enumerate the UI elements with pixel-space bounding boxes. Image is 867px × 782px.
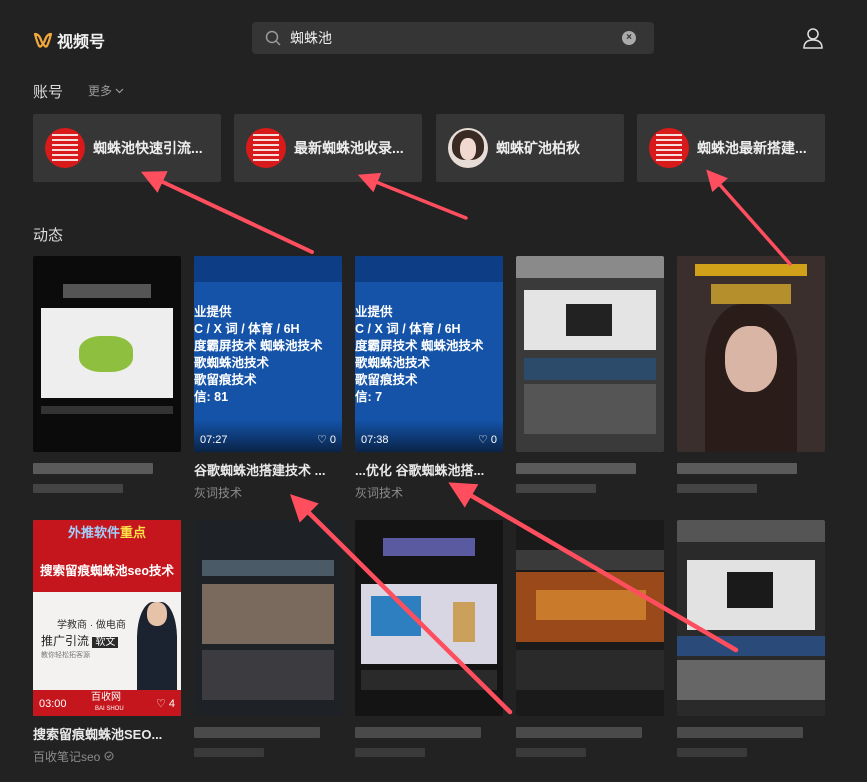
video-author — [516, 748, 664, 764]
video-title: 搜索留痕蜘蛛池SEO... — [33, 727, 163, 742]
video-author[interactable]: 灰词技术 — [355, 484, 503, 500]
video-thumbnail[interactable] — [516, 520, 664, 716]
video-author[interactable]: 灰词技术 — [194, 484, 342, 500]
video-author — [516, 484, 664, 500]
video-card[interactable] — [516, 520, 664, 764]
poster-small-text: 教你轻松拓客源 — [41, 652, 90, 659]
video-author — [355, 748, 503, 764]
video-thumbnail[interactable] — [194, 520, 342, 716]
feed-section-title: 动态 — [33, 227, 64, 244]
video-title — [194, 724, 342, 742]
verified-icon — [104, 751, 114, 761]
video-card[interactable]: 业提供 C / X 词 / 体育 / 6H 度霸屏技术 蜘蛛池技术 歌蜘蛛池技术… — [355, 256, 503, 500]
poster-brand-en: BAI SHOU — [95, 706, 124, 712]
video-card[interactable] — [355, 520, 503, 764]
video-card[interactable] — [516, 256, 664, 500]
app-logo[interactable]: 视频号 — [33, 28, 105, 52]
account-name: 蜘蛛池快速引流... — [93, 140, 203, 156]
video-thumbnail[interactable]: 业提供 C / X 词 / 体育 / 6H 度霸屏技术 蜘蛛池技术 歌蜘蛛池技术… — [194, 256, 342, 452]
more-label: 更多 — [88, 84, 113, 98]
arrow — [140, 171, 314, 254]
video-card[interactable]: 外推软件重点 搜索留痕蜘蛛池seo技术 学教商 · 做电商 推广引流 软文 教你… — [33, 520, 181, 764]
like-count: ♡ 4 — [155, 698, 175, 710]
app-name: 视频号 — [57, 34, 106, 51]
thumbnail-text: 业提供 C / X 词 / 体育 / 6H 度霸屏技术 蜘蛛池技术 歌蜘蛛池技术… — [194, 305, 323, 404]
video-thumbnail[interactable]: 业提供 C / X 词 / 体育 / 6H 度霸屏技术 蜘蛛池技术 歌蜘蛛池技术… — [355, 256, 503, 452]
poster-subtitle: 学教商 · 做电商 — [57, 620, 126, 631]
video-author — [677, 748, 825, 764]
video-card[interactable] — [194, 520, 342, 764]
video-thumbnail[interactable] — [33, 256, 181, 452]
video-duration: 07:27 — [200, 434, 228, 446]
video-author[interactable]: 百收笔记seo — [33, 748, 181, 764]
account-name: 蜘蛛矿池柏秋 — [496, 140, 580, 156]
video-title — [516, 460, 664, 478]
account-card[interactable]: 蜘蛛矿池柏秋 — [436, 114, 624, 182]
like-count: ♡ 0 — [477, 434, 497, 446]
search-input[interactable] — [290, 30, 610, 46]
account-name: 蜘蛛池最新搭建... — [697, 140, 807, 156]
video-card[interactable] — [677, 520, 825, 764]
arrow — [357, 172, 468, 220]
video-card[interactable] — [677, 256, 825, 500]
poster-headline-top: 外推软件重点 — [67, 525, 147, 540]
search-icon — [265, 30, 281, 46]
video-thumbnail[interactable]: 外推软件重点 搜索留痕蜘蛛池seo技术 学教商 · 做电商 推广引流 软文 教你… — [33, 520, 181, 716]
account-avatar — [649, 128, 689, 168]
video-thumbnail[interactable] — [677, 520, 825, 716]
user-profile-icon[interactable] — [802, 27, 824, 49]
poster-tagline: 推广引流 软文 — [41, 632, 119, 649]
top-bar: 视频号 × — [0, 0, 867, 76]
video-card[interactable]: 业提供 C / X 词 / 体育 / 6H 度霸屏技术 蜘蛛池技术 歌蜘蛛池技术… — [194, 256, 342, 500]
more-accounts-link[interactable]: 更多 — [88, 82, 124, 99]
poster-headline: 搜索留痕蜘蛛池seo技术 — [39, 564, 175, 578]
poster-brand: 百收网 — [91, 692, 121, 703]
video-author — [677, 484, 825, 500]
like-count: ♡ 0 — [316, 434, 336, 446]
account-avatar — [246, 128, 286, 168]
chevron-down-icon — [115, 88, 124, 93]
thumbnail-text: 业提供 C / X 词 / 体育 / 6H 度霸屏技术 蜘蛛池技术 歌蜘蛛池技术… — [355, 305, 484, 404]
video-title — [677, 724, 825, 742]
video-title: 谷歌蜘蛛池搭建技术 ... — [194, 463, 326, 478]
video-thumbnail[interactable] — [516, 256, 664, 452]
video-author — [194, 748, 342, 764]
accounts-section-title: 账号 — [33, 84, 64, 101]
video-duration: 07:38 — [361, 434, 389, 446]
video-title — [355, 724, 503, 742]
search-box[interactable]: × — [252, 22, 654, 54]
video-title: ...优化 谷歌蜘蛛池搭... — [355, 463, 485, 478]
video-author — [33, 484, 181, 500]
account-avatar — [448, 128, 488, 168]
account-card[interactable]: 蜘蛛池最新搭建... — [637, 114, 825, 182]
video-thumbnail[interactable] — [677, 256, 825, 452]
account-card[interactable]: 最新蜘蛛池收录... — [234, 114, 422, 182]
video-card[interactable] — [33, 256, 181, 500]
clear-search-icon[interactable]: × — [622, 31, 636, 45]
channels-logo-icon — [33, 32, 53, 48]
account-avatar — [45, 128, 85, 168]
video-title — [677, 460, 825, 478]
video-title — [33, 460, 181, 478]
arrow — [706, 169, 792, 266]
video-title — [516, 724, 664, 742]
account-name: 最新蜘蛛池收录... — [294, 140, 404, 156]
video-thumbnail[interactable] — [355, 520, 503, 716]
account-card[interactable]: 蜘蛛池快速引流... — [33, 114, 221, 182]
video-duration: 03:00 — [39, 698, 67, 710]
